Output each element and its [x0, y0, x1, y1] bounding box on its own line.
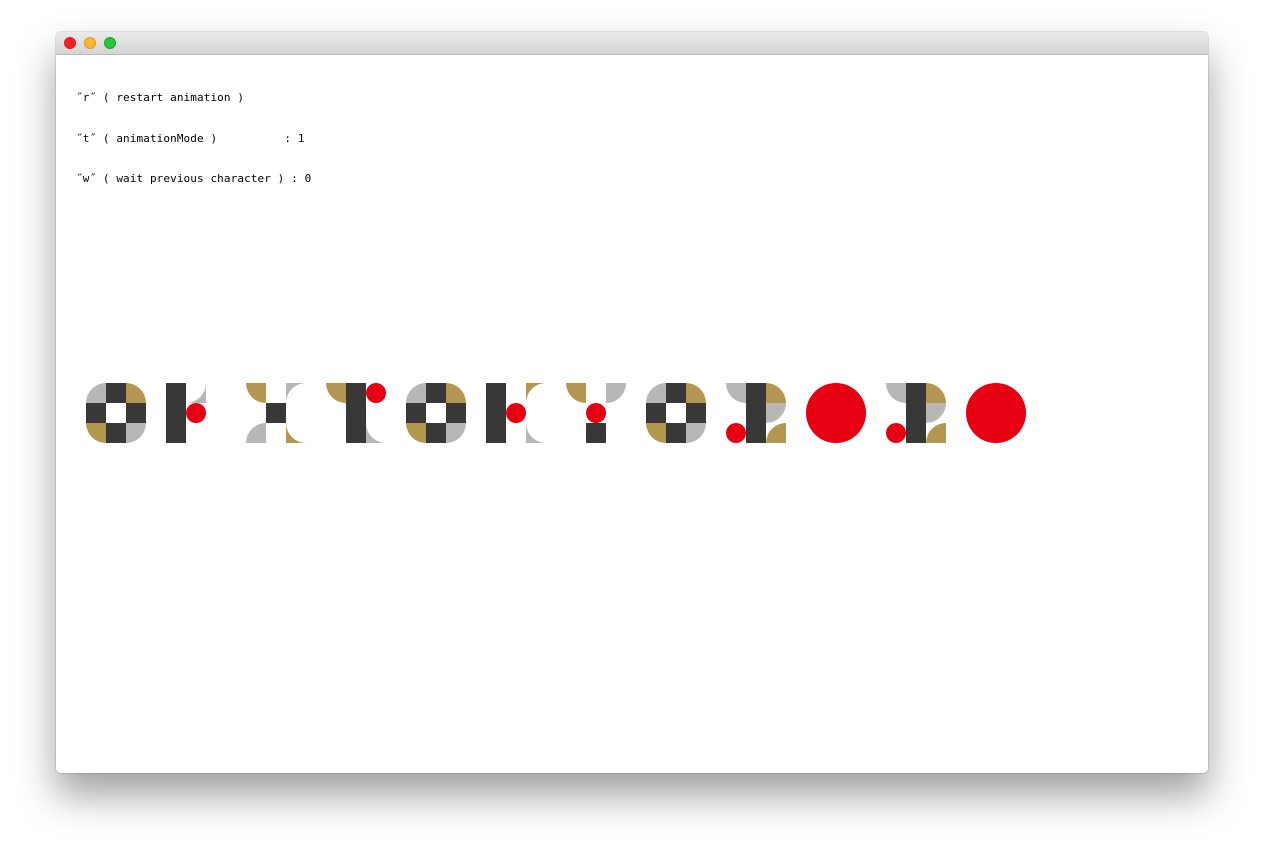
glyph-5-left-block	[406, 403, 426, 423]
glyph-9-gold-top-right	[766, 383, 786, 403]
glyph-5-gold-quarter-bl	[406, 423, 426, 443]
glyph-5-top-block	[426, 383, 446, 403]
glyph-1-top-block	[106, 383, 126, 403]
glyph-3-gold-top-left	[246, 383, 266, 403]
glyph-11-stem	[906, 383, 926, 443]
glyph-7	[566, 383, 626, 443]
glyph-12-red-disc	[966, 383, 1026, 443]
glyph-10	[806, 383, 866, 443]
glyph-3	[246, 383, 306, 443]
glyph-5	[406, 383, 466, 443]
glyph-5-gray-quarter-br	[446, 423, 466, 443]
glyph-3-center-block	[266, 403, 286, 423]
glyph-8-left-block	[646, 403, 666, 423]
glyph-6-stem	[486, 383, 506, 443]
glyph-1-gold-quarter-tr	[126, 383, 146, 403]
title-bar[interactable]	[56, 32, 1208, 55]
glyph-1-right-block	[126, 403, 146, 423]
glyph-1-gray-quarter-br	[126, 423, 146, 443]
glyph-5-gray-quarter-tl	[406, 383, 426, 403]
glyph-11-gray-mid-right	[926, 403, 946, 423]
glyph-6-gold-top-right	[526, 383, 546, 403]
glyph-1	[86, 383, 146, 443]
glyph-8-gold-quarter-bl	[646, 423, 666, 443]
glyph-8-bottom-block	[666, 423, 686, 443]
glyph-8-gold-quarter-tr	[686, 383, 706, 403]
glyph-9-stem	[746, 383, 766, 443]
glyph-1-gray-quarter-tl	[86, 383, 106, 403]
glyph-4-red-dot	[366, 383, 386, 403]
zoom-button[interactable]	[104, 37, 116, 49]
glyph-4-gold-top-left	[326, 383, 346, 403]
glyph-7-gold-top-left	[566, 383, 586, 403]
glyph-9-gold-bottom-right	[766, 423, 786, 443]
app-window: ˝r˝ ( restart animation ) ˝t˝ ( animatio…	[56, 32, 1208, 773]
glyph-7-stem	[586, 423, 606, 443]
glyph-1-left-block	[86, 403, 106, 423]
glyph-2-red-dot	[186, 403, 206, 423]
glyph-1-gold-quarter-bl	[86, 423, 106, 443]
glyph-3-gold-bottom-right	[286, 423, 306, 443]
glyph-2-stem	[166, 383, 186, 443]
glyph-8-gray-quarter-br	[686, 423, 706, 443]
glyph-11-gold-top-right	[926, 383, 946, 403]
glyph-11-gold-bottom-right	[926, 423, 946, 443]
animated-glyph-row	[86, 383, 1026, 443]
glyph-5-gold-quarter-tr	[446, 383, 466, 403]
glyph-8-gray-quarter-tl	[646, 383, 666, 403]
glyph-9	[726, 383, 786, 443]
glyph-11-gray-top-left	[886, 383, 906, 403]
glyph-11	[886, 383, 946, 443]
glyph-3-gray-bottom-left	[246, 423, 266, 443]
glyph-6-red-dot	[506, 403, 526, 423]
minimize-button[interactable]	[84, 37, 96, 49]
glyph-7-gray-top-right	[606, 383, 626, 403]
glyph-3-gray-top-right	[286, 383, 306, 403]
glyph-9-gray-mid-right	[766, 403, 786, 423]
glyph-2	[166, 383, 206, 443]
glyph-12	[966, 383, 1026, 443]
glyph-4	[326, 383, 386, 443]
glyph-10-red-disc	[806, 383, 866, 443]
glyph-6	[486, 383, 546, 443]
glyph-6-gray-bottom-right	[526, 423, 546, 443]
canvas[interactable]: ˝r˝ ( restart animation ) ˝t˝ ( animatio…	[56, 55, 1208, 773]
glyph-11-red-dot	[886, 423, 906, 443]
glyph-5-bottom-block	[426, 423, 446, 443]
glyph-8-top-block	[666, 383, 686, 403]
glyph-8	[646, 383, 706, 443]
glyph-4-gray-bottom-right	[366, 423, 386, 443]
glyph-8-right-block	[686, 403, 706, 423]
glyph-7-red-dot	[586, 403, 606, 423]
glyph-9-gray-top-left	[726, 383, 746, 403]
glyph-4-stem	[346, 383, 366, 443]
glyph-9-red-dot	[726, 423, 746, 443]
glyph-1-bottom-block	[106, 423, 126, 443]
glyph-5-right-block	[446, 403, 466, 423]
close-button[interactable]	[64, 37, 76, 49]
